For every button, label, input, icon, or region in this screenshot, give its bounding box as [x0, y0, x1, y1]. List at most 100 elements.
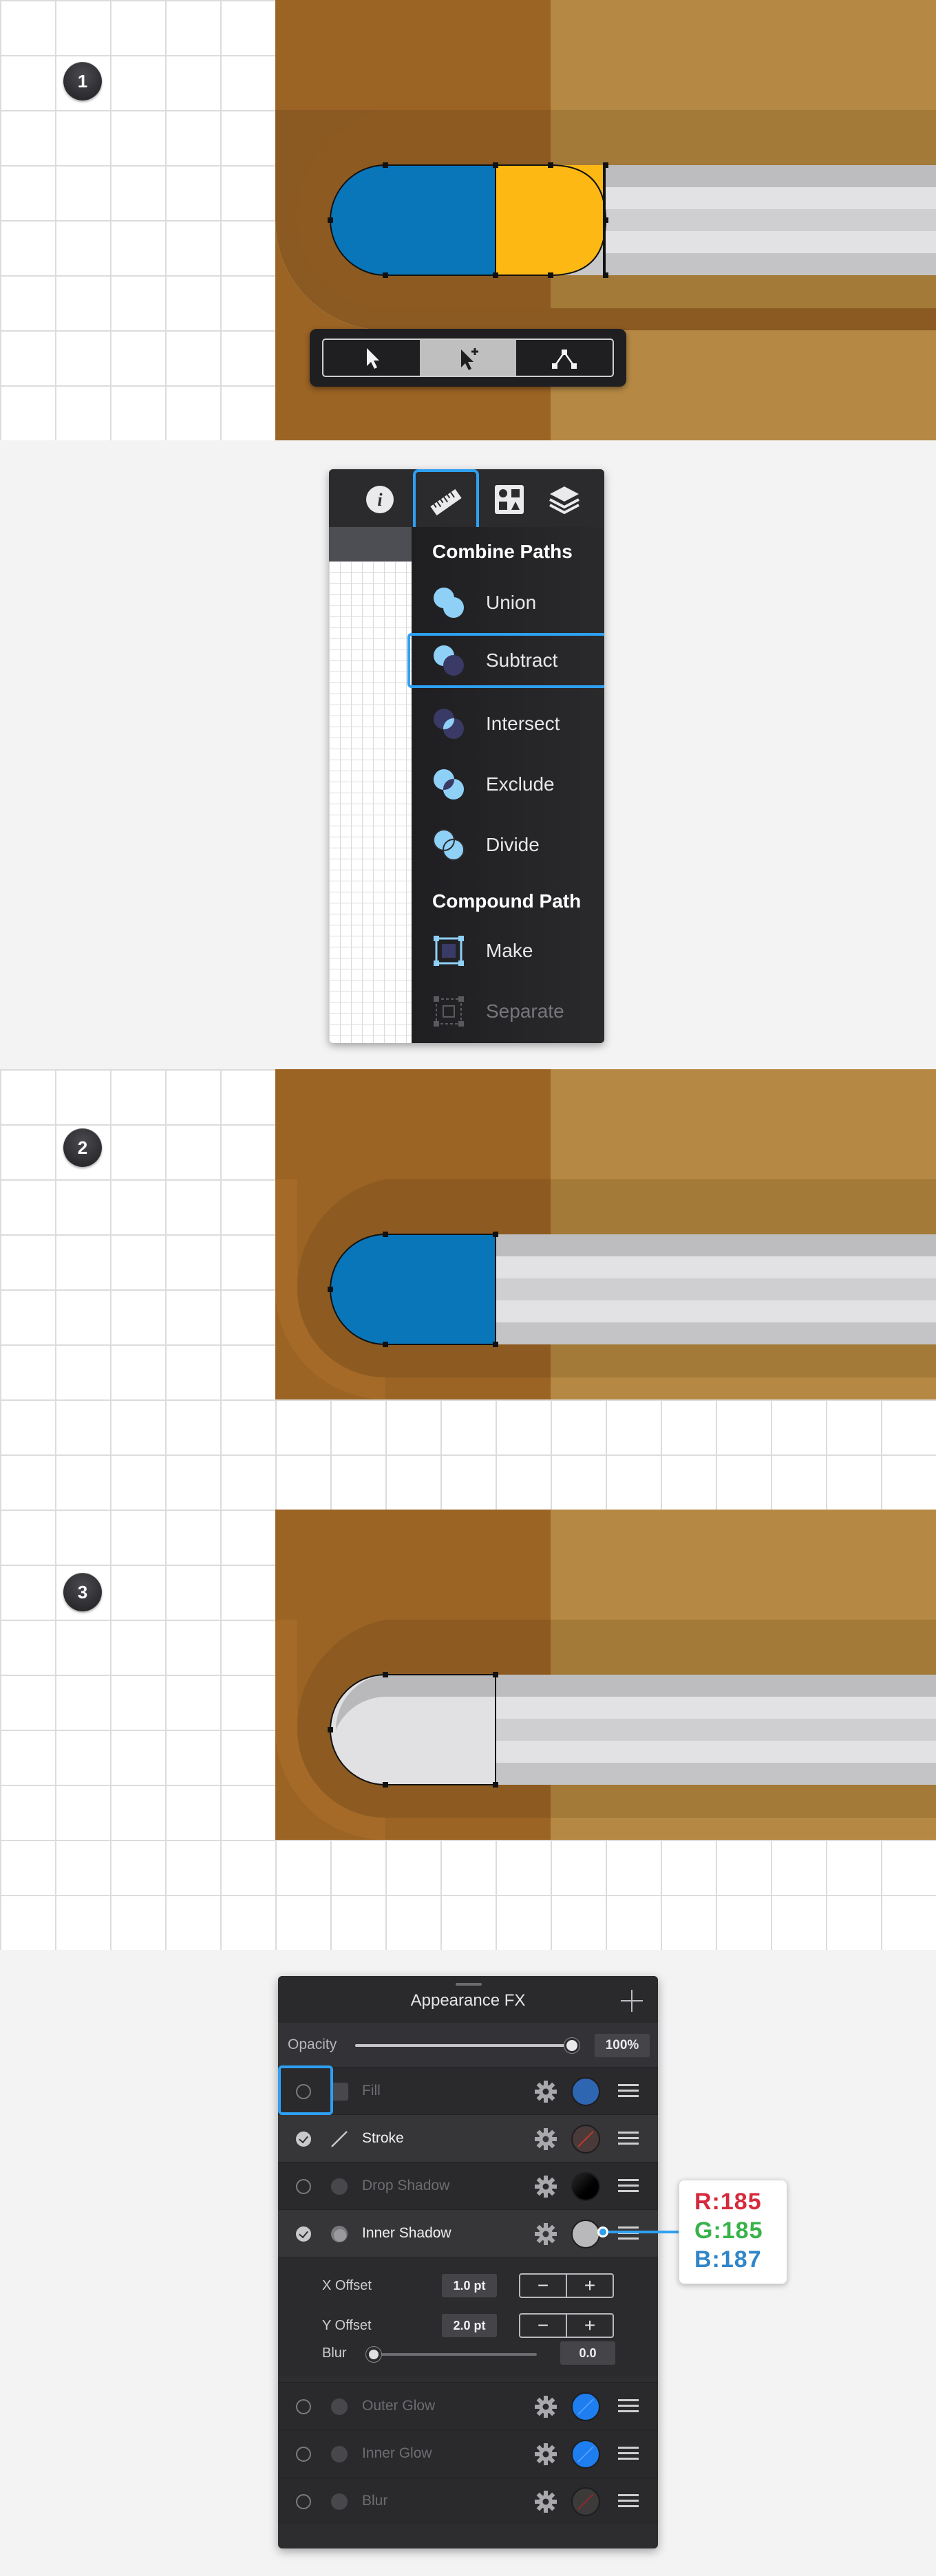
gear-icon[interactable]: [534, 2080, 557, 2103]
drop-shadow-checkbox[interactable]: [296, 2179, 311, 2194]
opacity-slider-track[interactable]: [355, 2044, 574, 2047]
callout-leader-dot: [597, 2226, 608, 2237]
ruler-icon: [430, 489, 462, 516]
exclude-icon: [434, 769, 464, 799]
drag-handle[interactable]: [456, 1983, 482, 1986]
drop-shadow-color-swatch[interactable]: [571, 2172, 600, 2201]
hamburger-icon[interactable]: [618, 2084, 639, 2098]
hamburger-icon[interactable]: [618, 2399, 639, 2413]
step-2-artwork: [275, 1069, 936, 1399]
decrement-button[interactable]: −: [520, 2315, 567, 2337]
opacity-row: Opacity 100%: [278, 2023, 658, 2067]
gear-icon[interactable]: [534, 2490, 557, 2513]
blur-icon: [329, 2491, 350, 2512]
blur-slider-track[interactable]: [372, 2353, 537, 2356]
inner-shadow-settings: X Offset 1.0 pt − + Y Offset 2.0 pt − + …: [278, 2257, 658, 2376]
info-icon: i: [366, 486, 394, 513]
select-tool-button[interactable]: [323, 340, 420, 376]
menu-item-divide[interactable]: Divide: [413, 817, 604, 872]
y-offset-field[interactable]: 2.0 pt: [442, 2314, 497, 2337]
fill-color-swatch[interactable]: [571, 2077, 600, 2106]
step-badge-2: 2: [63, 1128, 102, 1167]
svg-text:i: i: [377, 490, 383, 510]
blur-checkbox[interactable]: [296, 2494, 311, 2509]
rgb-callout: R:185 G:185 B:187: [679, 2180, 787, 2284]
inner-glow-icon: [329, 2444, 350, 2465]
x-offset-field[interactable]: 1.0 pt: [442, 2274, 497, 2297]
menu-item-union[interactable]: Union: [413, 575, 604, 630]
opacity-slider-knob[interactable]: [564, 2038, 579, 2053]
menu-item-label: Union: [486, 592, 537, 613]
gear-icon[interactable]: [534, 2175, 557, 2198]
increment-button[interactable]: +: [567, 2315, 613, 2337]
menu-item-label: Intersect: [486, 713, 560, 734]
geometry-tab[interactable]: [413, 469, 479, 535]
node-tool-button[interactable]: [516, 340, 613, 376]
menu-item-intersect[interactable]: Intersect: [413, 696, 604, 751]
menu-item-separate: Separate: [413, 984, 604, 1039]
hamburger-icon[interactable]: [618, 2132, 639, 2145]
menu-tab-bar: i: [329, 469, 604, 535]
inner-shadow-color-swatch[interactable]: [571, 2220, 600, 2248]
fx-row-label: Fill: [362, 2083, 381, 2099]
inner-shadow-icon: [329, 2224, 350, 2244]
menu-item-label: Separate: [486, 1000, 564, 1022]
y-offset-stepper[interactable]: − +: [519, 2313, 614, 2338]
add-effect-button[interactable]: [621, 1990, 643, 2012]
hamburger-icon[interactable]: [618, 2494, 639, 2508]
step-badge-1: 1: [63, 62, 102, 100]
appearance-fx-panel: Appearance FX Opacity 100% Fill Stroke D…: [278, 1976, 658, 2548]
menu-item-label: Divide: [486, 834, 540, 855]
outer-glow-checkbox[interactable]: [296, 2399, 311, 2414]
gear-icon[interactable]: [534, 2127, 557, 2151]
step-1-canvas: 1: [0, 0, 936, 440]
opacity-value-field[interactable]: 100%: [595, 2034, 650, 2057]
styles-icon: [495, 485, 524, 514]
inner-glow-color-swatch[interactable]: [571, 2440, 600, 2469]
hamburger-icon[interactable]: [618, 2447, 639, 2460]
intersect-icon: [434, 709, 464, 739]
fx-row-outer-glow: Outer Glow: [278, 2382, 658, 2429]
blur-value-field[interactable]: 0.0: [560, 2341, 615, 2365]
stroke-color-swatch[interactable]: [571, 2125, 600, 2154]
blur-slider-knob[interactable]: [366, 2347, 381, 2362]
fx-row-drop-shadow: Drop Shadow: [278, 2162, 658, 2209]
fx-row-blur: Blur: [278, 2477, 658, 2524]
menu-item-exclude[interactable]: Exclude: [413, 757, 604, 812]
stroke-checkbox[interactable]: [296, 2132, 311, 2147]
outer-glow-color-swatch[interactable]: [571, 2392, 600, 2421]
fx-row-label: Inner Shadow: [362, 2225, 451, 2241]
subtract-icon: [434, 645, 464, 676]
inner-shadow-checkbox[interactable]: [296, 2226, 311, 2242]
divide-icon: [433, 829, 465, 861]
decrement-button[interactable]: −: [520, 2275, 567, 2297]
inner-glow-checkbox[interactable]: [296, 2447, 311, 2462]
styles-tab[interactable]: [489, 479, 530, 520]
separate-compound-icon: [434, 996, 464, 1027]
compound-path-heading: Compound Path: [432, 890, 582, 912]
menu-item-make[interactable]: Make: [413, 923, 604, 978]
gear-icon[interactable]: [534, 2443, 557, 2466]
increment-button[interactable]: +: [567, 2275, 613, 2297]
menu-item-subtract[interactable]: Subtract: [407, 633, 604, 688]
step-2-canvas: 2: [0, 1069, 936, 1510]
menu-item-label: Exclude: [486, 773, 555, 795]
gear-icon[interactable]: [534, 2395, 557, 2418]
menu-item-label: Subtract: [486, 650, 558, 671]
info-tab[interactable]: i: [359, 479, 401, 520]
arrow-plus-icon: [461, 348, 478, 370]
fx-row-label: Drop Shadow: [362, 2178, 450, 2193]
fx-row-label: Inner Glow: [362, 2445, 432, 2461]
layers-tab[interactable]: [544, 479, 585, 520]
direct-select-add-tool-button[interactable]: [420, 340, 516, 376]
arrow-pointer-icon: [367, 348, 379, 369]
gear-icon[interactable]: [534, 2222, 557, 2246]
fx-row-inner-glow: Inner Glow: [278, 2429, 658, 2477]
panel-title: Appearance FX: [410, 1991, 526, 2010]
x-offset-stepper[interactable]: − +: [519, 2273, 614, 2298]
rgb-blue-value: B:187: [694, 2246, 762, 2273]
blur-color-swatch[interactable]: [571, 2487, 600, 2516]
hamburger-icon[interactable]: [618, 2179, 639, 2193]
stroke-line-icon: [329, 2129, 350, 2149]
hamburger-icon[interactable]: [618, 2226, 639, 2240]
